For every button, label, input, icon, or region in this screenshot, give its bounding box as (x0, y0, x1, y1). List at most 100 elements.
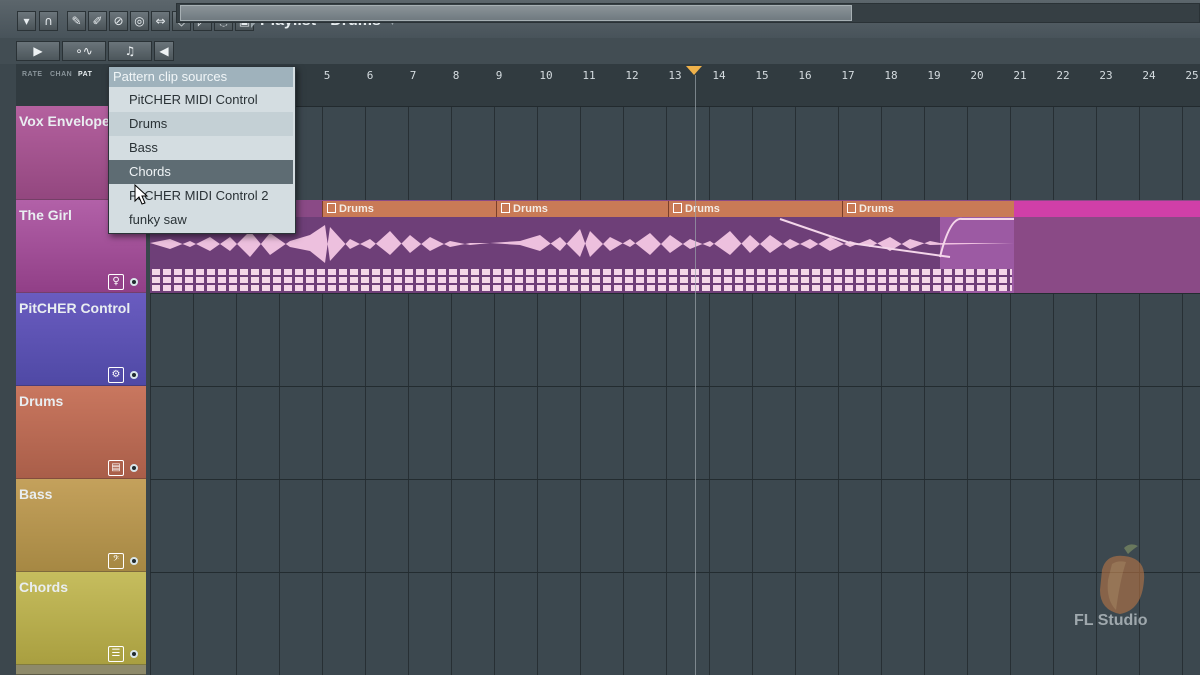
lane-divider (150, 479, 1200, 480)
clip-menu-icon[interactable] (501, 203, 510, 213)
drums-clip[interactable]: Drums (496, 201, 668, 217)
magnet-icon: ∩ (44, 14, 53, 28)
arrow-icon: ▶ (33, 44, 43, 58)
track-enable-led[interactable] (130, 464, 138, 472)
clip-menu-icon[interactable] (847, 203, 856, 213)
delete-icon: ⊘ (113, 14, 124, 28)
track-pitcher-control[interactable]: PitCHER Control ⚙ (16, 293, 146, 386)
timeline-ruler[interactable]: 5 6 7 8 9 10 11 12 13 14 15 16 17 18 19 … (148, 64, 1200, 107)
clip-menu-icon[interactable] (327, 203, 336, 213)
ruler-label: 10 (539, 69, 553, 82)
ruler-label: 13 (668, 69, 682, 82)
female-icon: ♀ (108, 274, 124, 290)
playhead-marker-icon[interactable] (686, 66, 702, 75)
chevron-left-icon: ◀ (159, 44, 169, 58)
pencil-button[interactable]: ✎ (67, 11, 86, 31)
ruler-label: 5 (323, 69, 331, 82)
ruler-label: 17 (841, 69, 855, 82)
magnet-button[interactable]: ∩ (39, 11, 58, 31)
ruler-label: 12 (625, 69, 639, 82)
ruler-label: 11 (582, 69, 596, 82)
scrollbar-thumb[interactable] (180, 5, 852, 21)
lane-divider (150, 293, 1200, 294)
tab-chan[interactable]: CHAN (50, 71, 72, 78)
brush-icon: ✐ (92, 14, 103, 28)
drums-clip[interactable]: Drums (842, 201, 1014, 217)
chevron-down-icon: ▾ (23, 14, 30, 28)
pattern-button[interactable]: ♫ (108, 41, 152, 61)
ruler-label: 23 (1099, 69, 1113, 82)
drum-icon: ▤ (108, 460, 124, 476)
delete-button[interactable]: ⊘ (109, 11, 128, 31)
clip-label: Drums (685, 203, 720, 215)
playlist-grid[interactable] (150, 107, 1200, 675)
ruler-label: 22 (1056, 69, 1070, 82)
bass-clef-icon: 𝄢 (108, 553, 124, 569)
note-icon: ♫ (124, 44, 136, 58)
drums-clip[interactable]: Drums (322, 201, 496, 217)
menu-item-bass[interactable]: Bass (109, 136, 293, 160)
track-drums[interactable]: Drums ▤ (16, 386, 146, 479)
slip-button[interactable]: ⇔ (151, 11, 170, 31)
mouse-cursor-icon (134, 184, 149, 205)
track-enable-led[interactable] (130, 650, 138, 658)
ruler-label: 15 (755, 69, 769, 82)
clip-menu-icon[interactable] (673, 203, 682, 213)
clip-label: Drums (859, 203, 894, 215)
track-name: Chords (19, 579, 68, 595)
menu-item-pitcher-midi-control[interactable]: PitCHER MIDI Control (109, 88, 293, 112)
ruler-label: 18 (884, 69, 898, 82)
fl-studio-logo (1100, 544, 1145, 614)
track-name: The Girl (19, 207, 72, 223)
tab-rate[interactable]: RATE (22, 71, 43, 78)
menu-item-drums[interactable]: Drums (109, 112, 293, 136)
pattern-clip-sources-menu[interactable]: Pattern clip sources PitCHER MIDI Contro… (108, 66, 296, 234)
track-name: Vox Envelope (19, 113, 110, 129)
arrangement-button[interactable]: ▶ (16, 41, 60, 61)
slip-icon: ⇔ (155, 14, 166, 28)
track-enable-led[interactable] (130, 557, 138, 565)
menu-item-funky-saw[interactable]: funky saw (109, 208, 293, 232)
lane-divider (150, 572, 1200, 573)
track-name: Drums (19, 393, 64, 409)
menu-arrow-button[interactable]: ▾ (17, 11, 36, 31)
lane-divider (150, 386, 1200, 387)
track-enable-led[interactable] (130, 371, 138, 379)
clip-label: Drums (513, 203, 548, 215)
ruler-label: 20 (970, 69, 984, 82)
ruler-label: 6 (366, 69, 374, 82)
mute-button[interactable]: ◎ (130, 11, 149, 31)
secondary-toolbar: ▶ ∘∿ ♫ ◀ (0, 38, 1200, 64)
menu-title: Pattern clip sources (109, 67, 293, 87)
track-next[interactable] (16, 665, 146, 675)
tab-pat[interactable]: PAT (78, 71, 92, 78)
automation-button[interactable]: ∘∿ (62, 41, 106, 61)
ruler-label: 19 (927, 69, 941, 82)
fl-studio-watermark: FL Studio (1074, 612, 1148, 629)
mute-icon: ◎ (134, 14, 145, 28)
robot-icon: ⚙ (108, 367, 124, 383)
clip-label: Drums (339, 203, 374, 215)
menu-item-chords[interactable]: Chords (109, 160, 293, 184)
ruler-label: 9 (495, 69, 503, 82)
ruler-label: 14 (712, 69, 726, 82)
left-strip (0, 38, 17, 675)
track-name: PitCHER Control (19, 300, 131, 316)
curve-icon: ∘∿ (75, 44, 93, 58)
ruler-label: 7 (409, 69, 417, 82)
track-enable-led[interactable] (130, 278, 138, 286)
clip-header-pink[interactable] (1014, 201, 1200, 217)
step-pattern-overlay (152, 269, 1012, 291)
track-name: Bass (19, 486, 53, 502)
ruler-label: 16 (798, 69, 812, 82)
ruler-label: 25 (1185, 69, 1199, 82)
scroll-left-button[interactable]: ◀ (154, 41, 174, 61)
paint-brush-button[interactable]: ✐ (88, 11, 107, 31)
playhead-line (695, 75, 696, 675)
ruler-label: 8 (452, 69, 460, 82)
track-chords[interactable]: Chords ☰ (16, 572, 146, 665)
ruler-label: 21 (1013, 69, 1027, 82)
track-bass[interactable]: Bass 𝄢 (16, 479, 146, 572)
chords-icon: ☰ (108, 646, 124, 662)
pencil-icon: ✎ (71, 14, 82, 28)
